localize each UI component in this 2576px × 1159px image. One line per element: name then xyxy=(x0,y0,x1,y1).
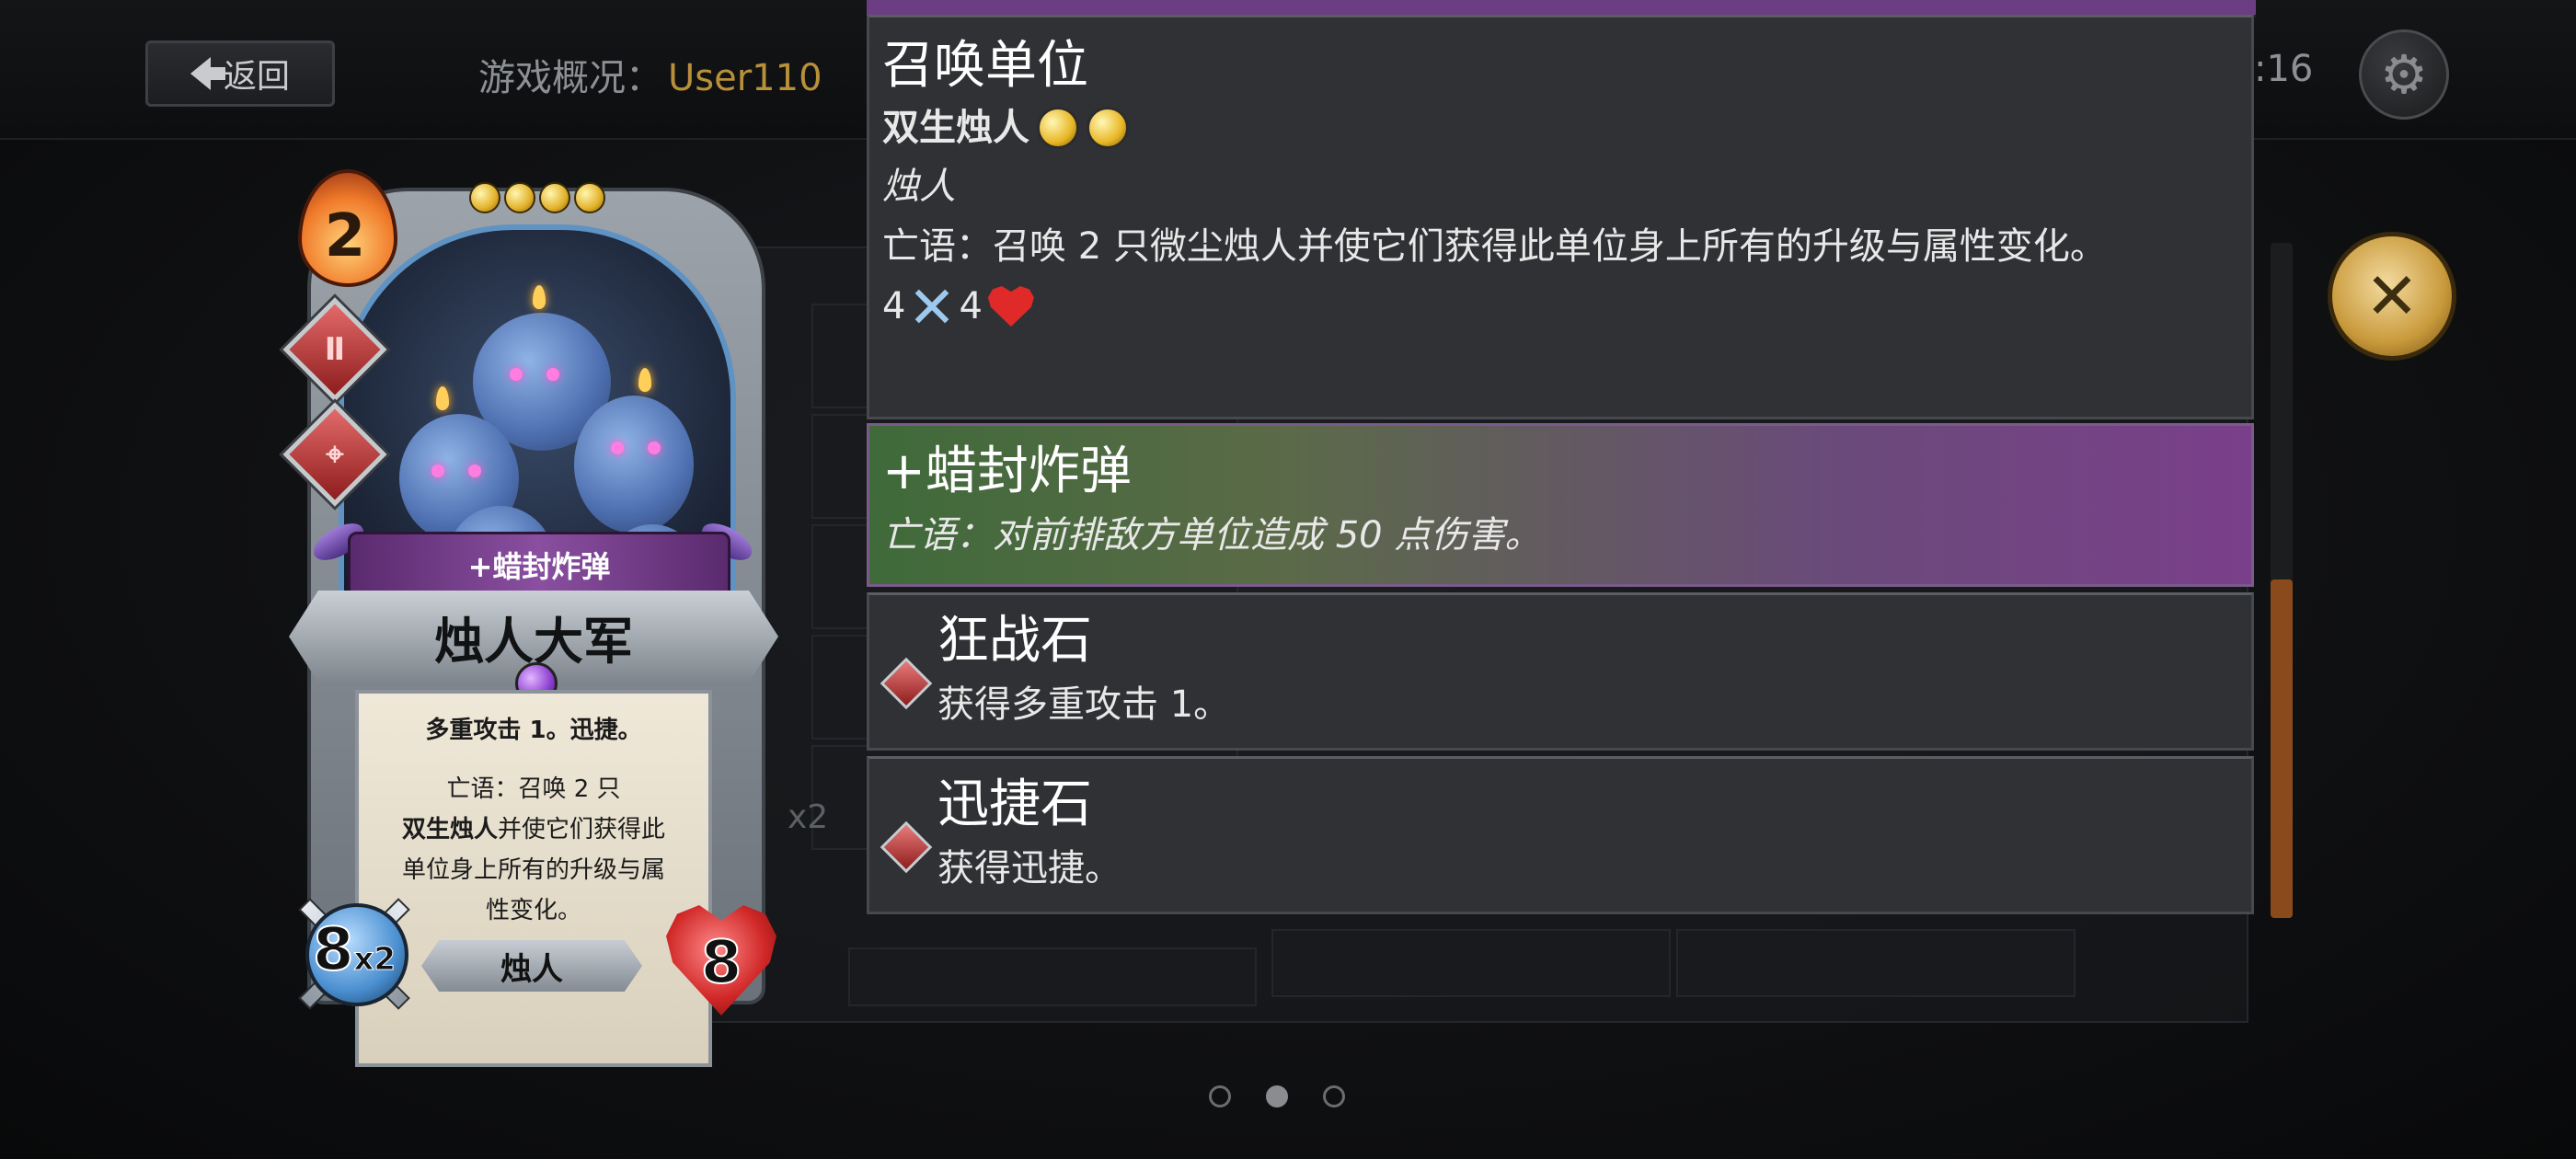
gold-coin-icon xyxy=(504,182,535,213)
gold-coin-icon xyxy=(469,182,500,213)
back-button[interactable]: 返回 xyxy=(145,40,335,107)
cost-badge: 2 xyxy=(294,156,397,287)
page-dot-1[interactable] xyxy=(1209,1085,1231,1107)
gold-coin-icon xyxy=(1087,107,1129,149)
board-slot xyxy=(1271,929,1671,997)
gold-coin-icon xyxy=(574,182,605,213)
cost-value: 2 xyxy=(324,202,366,270)
board-multiplier: x2 xyxy=(788,798,829,836)
user-name: User110 xyxy=(668,57,822,99)
red-gem-icon xyxy=(880,657,933,710)
settings-button[interactable]: ⚙ xyxy=(2359,29,2449,120)
rarity-pips xyxy=(469,182,605,213)
detail-scrollbar[interactable] xyxy=(2271,243,2293,918)
summon-health: 4 xyxy=(959,285,983,327)
attack-badge: 8x2 xyxy=(285,883,423,1021)
page-dot-3[interactable] xyxy=(1323,1085,1345,1107)
summon-unit-name: 双生烛人 xyxy=(882,107,1029,149)
berserk-stone-entry: 狂战石 获得多重攻击 1。 xyxy=(867,592,2254,751)
page-dot-2[interactable] xyxy=(1266,1085,1288,1107)
card-deathrattle-line-2: 并使它们获得此 xyxy=(498,816,666,843)
board-slot xyxy=(848,947,1257,1006)
card-deathrattle-unit: 双生烛人 xyxy=(401,816,498,843)
heart-icon xyxy=(987,286,1034,327)
berserk-stone-title: 狂战石 xyxy=(937,611,1092,671)
upgrade-banner: +蜡封炸弹 xyxy=(348,532,730,598)
game-overview: 游戏概况： User110 xyxy=(478,48,822,101)
timer-fragment: :16 xyxy=(2254,48,2314,90)
red-gem-icon xyxy=(880,820,933,874)
back-label: 返回 xyxy=(223,58,290,96)
health-value: 8 xyxy=(700,928,743,998)
upgrade-title: +蜡封炸弹 xyxy=(882,442,1132,501)
unit-card[interactable]: 2 Ⅱ ⌖ +蜡封炸弹 烛人大军 多重攻击 1。迅捷。 亡语：召唤 2 只 双生… xyxy=(282,147,778,1067)
close-button[interactable]: ✕ xyxy=(2328,232,2456,361)
summon-attack: 4 xyxy=(882,285,906,327)
summon-title: 召唤单位 xyxy=(882,36,1088,96)
summon-entry: 召唤单位 双生烛人 烛人 亡语：召唤 2 只微尘烛人并使它们获得此单位身上所有的… xyxy=(867,15,2254,419)
attack-multiplier: x2 xyxy=(353,941,397,979)
card-deathrattle-line-1: 亡语：召唤 2 只 xyxy=(446,775,621,803)
detail-panel[interactable]: 召唤单位 双生烛人 烛人 亡语：召唤 2 只微尘烛人并使它们获得此单位身上所有的… xyxy=(867,0,2256,916)
summon-unit-row: 双生烛人 xyxy=(882,98,2238,157)
gear-icon: ⚙ xyxy=(2380,43,2428,106)
berserk-stone-description: 获得多重攻击 1。 xyxy=(937,683,1231,726)
crossed-swords-icon xyxy=(911,285,953,327)
gold-coin-icon xyxy=(1037,107,1079,149)
attack-value: 8 xyxy=(312,915,355,985)
swift-stone-description: 获得迅捷。 xyxy=(937,847,1121,889)
card-ability-line: 多重攻击 1。迅捷。 xyxy=(425,717,642,744)
overview-label: 游戏概况： xyxy=(478,57,662,99)
summon-tribe: 烛人 xyxy=(882,166,956,208)
gold-coin-icon xyxy=(539,182,570,213)
close-icon: ✕ xyxy=(2364,258,2420,334)
arrow-left-icon xyxy=(190,57,225,90)
swift-stone-title: 迅捷石 xyxy=(937,775,1092,834)
tribe-plate: 烛人 xyxy=(421,940,642,992)
health-badge: 8 xyxy=(666,905,776,1019)
page-indicator xyxy=(1209,1085,1345,1107)
summon-description: 亡语：召唤 2 只微尘烛人并使它们获得此单位身上所有的升级与属性变化。 xyxy=(882,225,2107,268)
red-gem-icon: Ⅱ xyxy=(324,331,346,368)
upgrade-entry: +蜡封炸弹 亡语：对前排敌方单位造成 50 点伤害。 xyxy=(867,423,2254,587)
swift-stone-entry: 迅捷石 获得迅捷。 xyxy=(867,756,2254,914)
board-slot xyxy=(1676,929,2076,997)
scroll-thumb[interactable] xyxy=(2271,580,2293,918)
red-gem-icon: ⌖ xyxy=(326,436,344,473)
summon-stats: 4 4 xyxy=(882,277,2238,336)
upgrade-description: 亡语：对前排敌方单位造成 50 点伤害。 xyxy=(882,514,1542,557)
